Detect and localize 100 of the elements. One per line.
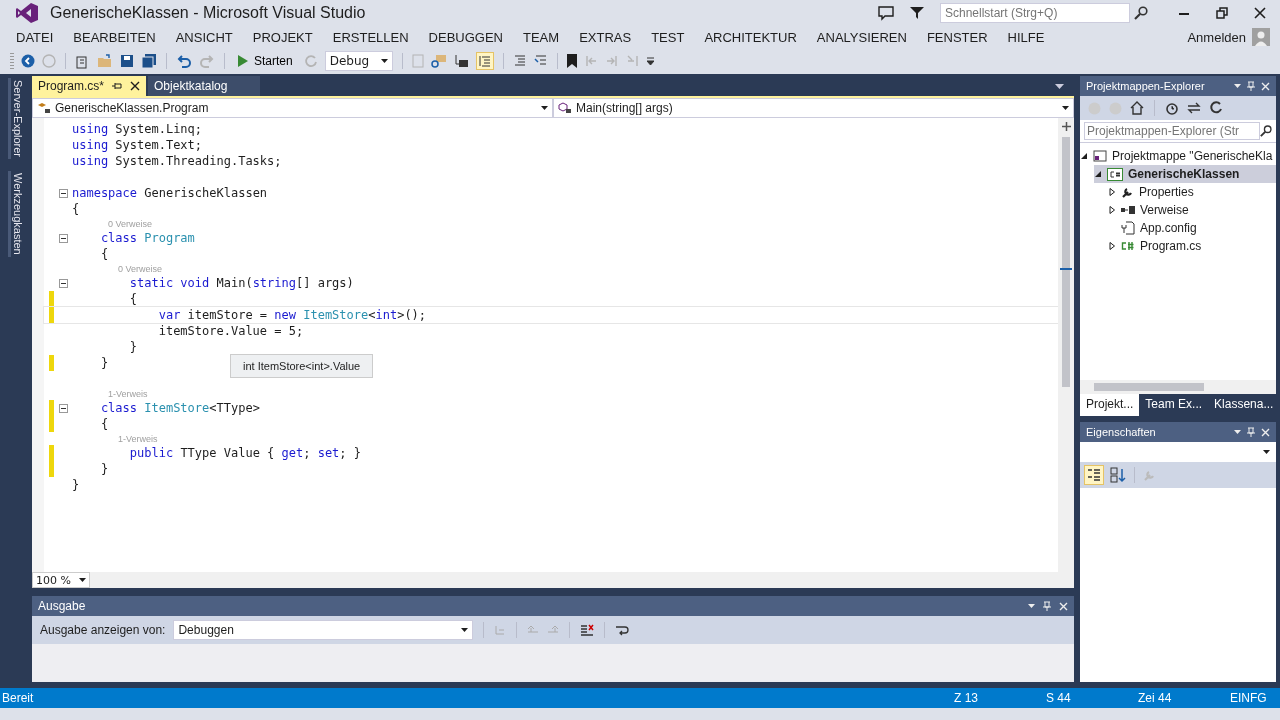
home-icon[interactable]: [1130, 101, 1144, 115]
dropdown-arrow-icon[interactable]: [1055, 83, 1064, 89]
tree-item[interactable]: Verweise: [1108, 201, 1276, 219]
configuration-dropdown[interactable]: Debug: [324, 51, 393, 71]
menu-item[interactable]: EXTRAS: [579, 29, 641, 45]
panel-title: Eigenschaften: [1086, 426, 1156, 438]
menu-item[interactable]: PROJEKT: [252, 29, 322, 45]
undo-icon[interactable]: [176, 54, 192, 68]
find-in-files-icon[interactable]: [430, 54, 447, 68]
config-file-icon: [1121, 221, 1135, 235]
insert-mode: EINFG: [1230, 691, 1268, 705]
collapsed-arrow-icon[interactable]: [1108, 242, 1116, 250]
history-icon[interactable]: [1165, 101, 1179, 115]
code-line: {: [99, 247, 109, 261]
menu-item[interactable]: FENSTER: [926, 29, 997, 45]
code-line: using System.Linq;: [72, 122, 203, 136]
collapse-icon[interactable]: [58, 403, 68, 413]
outline-icon[interactable]: [475, 52, 494, 70]
open-folder-icon[interactable]: [97, 54, 113, 68]
code-line: }: [72, 478, 80, 492]
tree-item[interactable]: Properties: [1108, 183, 1276, 201]
panel-title: Projektmappen-Explorer: [1086, 80, 1205, 92]
code-line: }: [99, 462, 109, 476]
menu-item[interactable]: TEST: [651, 29, 694, 45]
word-wrap-icon[interactable]: [615, 623, 630, 637]
code-line: {: [128, 292, 138, 306]
pin-icon[interactable]: [112, 81, 123, 91]
quick-info-tooltip: int ItemStore<int>.Value: [230, 354, 374, 378]
back-icon[interactable]: [21, 54, 35, 68]
close-icon[interactable]: [130, 81, 141, 91]
new-project-icon[interactable]: [75, 53, 90, 69]
restore-icon[interactable]: [1216, 7, 1228, 19]
feedback-icon[interactable]: [878, 5, 894, 21]
tree-item[interactable]: GenerischeKlassen: [1094, 165, 1276, 183]
scrollbar-thumb[interactable]: [1062, 137, 1070, 387]
side-tab[interactable]: Server-Explorer: [7, 78, 25, 160]
tree-item[interactable]: App.config: [1108, 219, 1276, 237]
expanded-arrow-icon[interactable]: [1080, 152, 1088, 160]
menu-item[interactable]: ANSICHT: [175, 29, 242, 45]
references-icon: [1121, 206, 1135, 214]
menu-item[interactable]: DEBUGGEN: [428, 29, 512, 45]
filter-icon[interactable]: [910, 6, 924, 20]
comment-icon[interactable]: [533, 54, 548, 68]
dropdown-arrow-icon: [1062, 106, 1069, 110]
clear-all-icon[interactable]: [580, 623, 595, 637]
categorized-icon[interactable]: [1084, 465, 1104, 485]
line-number: Z 13: [954, 691, 979, 705]
search-field[interactable]: Schnellstart (Strg+Q): [940, 3, 1130, 23]
solution-icon: [1093, 150, 1107, 162]
menu-item[interactable]: HILFE: [1007, 29, 1054, 45]
tree-item[interactable]: Projektmappe "GenerischeKla: [1080, 147, 1276, 165]
split-icon[interactable]: [1061, 122, 1071, 131]
save-all-icon[interactable]: [141, 54, 157, 68]
refresh-icon[interactable]: [1209, 101, 1223, 115]
collapsed-arrow-icon[interactable]: [1108, 188, 1116, 196]
expanded-arrow-icon[interactable]: [1094, 170, 1102, 178]
panel-tab[interactable]: Projekt...: [1080, 394, 1140, 416]
type-dropdown[interactable]: GenerischeKlassen.Program: [32, 98, 553, 118]
dropdown-arrow-icon[interactable]: [1263, 450, 1270, 454]
close-icon[interactable]: [1254, 7, 1266, 19]
scrollbar-thumb[interactable]: [1094, 383, 1204, 391]
panel-tab[interactable]: Klassena...: [1208, 394, 1280, 416]
character-number: Zei 44: [1138, 691, 1173, 705]
menu-item[interactable]: ANALYSIEREN: [816, 29, 916, 45]
panel-tab[interactable]: Team Ex...: [1139, 394, 1209, 416]
class-view-icon[interactable]: [453, 54, 469, 68]
menu-item[interactable]: DATEI: [16, 29, 63, 45]
menu-item[interactable]: TEAM: [523, 29, 569, 45]
sort-alphabetical-icon[interactable]: [1110, 467, 1126, 483]
app-logo-icon: [16, 3, 38, 23]
collapse-icon[interactable]: [58, 233, 68, 243]
tree-item[interactable]: Program.cs: [1108, 237, 1276, 255]
search-icon: [1260, 125, 1272, 137]
search-field[interactable]: Projektmappen-Explorer (Str: [1084, 122, 1260, 140]
code-line: static void Main(string[] args): [128, 276, 354, 290]
menu-item[interactable]: ARCHITEKTUR: [704, 29, 806, 45]
search-icon: [1134, 6, 1148, 20]
document-tab[interactable]: Objektkatalog: [148, 76, 261, 96]
start-button[interactable]: Starten: [234, 52, 297, 70]
save-icon[interactable]: [120, 54, 134, 68]
overflow-icon[interactable]: [646, 57, 654, 65]
sync-icon[interactable]: [1187, 102, 1201, 114]
code-line: itemStore.Value = 5;: [157, 324, 304, 338]
csharp-project-icon: [1107, 167, 1123, 181]
code-line: using System.Text;: [72, 138, 203, 152]
indent-icon[interactable]: [512, 54, 527, 68]
zoom-dropdown[interactable]: 100 %: [32, 572, 90, 588]
collapsed-arrow-icon[interactable]: [1108, 206, 1116, 214]
side-tab[interactable]: Werkzeugkasten: [7, 171, 25, 257]
collapse-icon[interactable]: [58, 188, 68, 198]
code-line: var itemStore = new ItemStore<int>();: [157, 308, 427, 322]
code-line: {: [99, 417, 109, 431]
menu-item[interactable]: BEARBEITEN: [73, 29, 165, 45]
sign-in-link[interactable]: Anmelden: [1187, 29, 1246, 45]
menu-item[interactable]: ERSTELLEN: [332, 29, 418, 45]
bookmark-icon[interactable]: [566, 54, 577, 68]
document-tab[interactable]: Program.cs*: [32, 76, 147, 96]
member-dropdown[interactable]: Main(string[] args): [553, 98, 1074, 118]
output-source-dropdown[interactable]: Debuggen: [173, 620, 474, 640]
collapse-icon[interactable]: [58, 278, 68, 288]
